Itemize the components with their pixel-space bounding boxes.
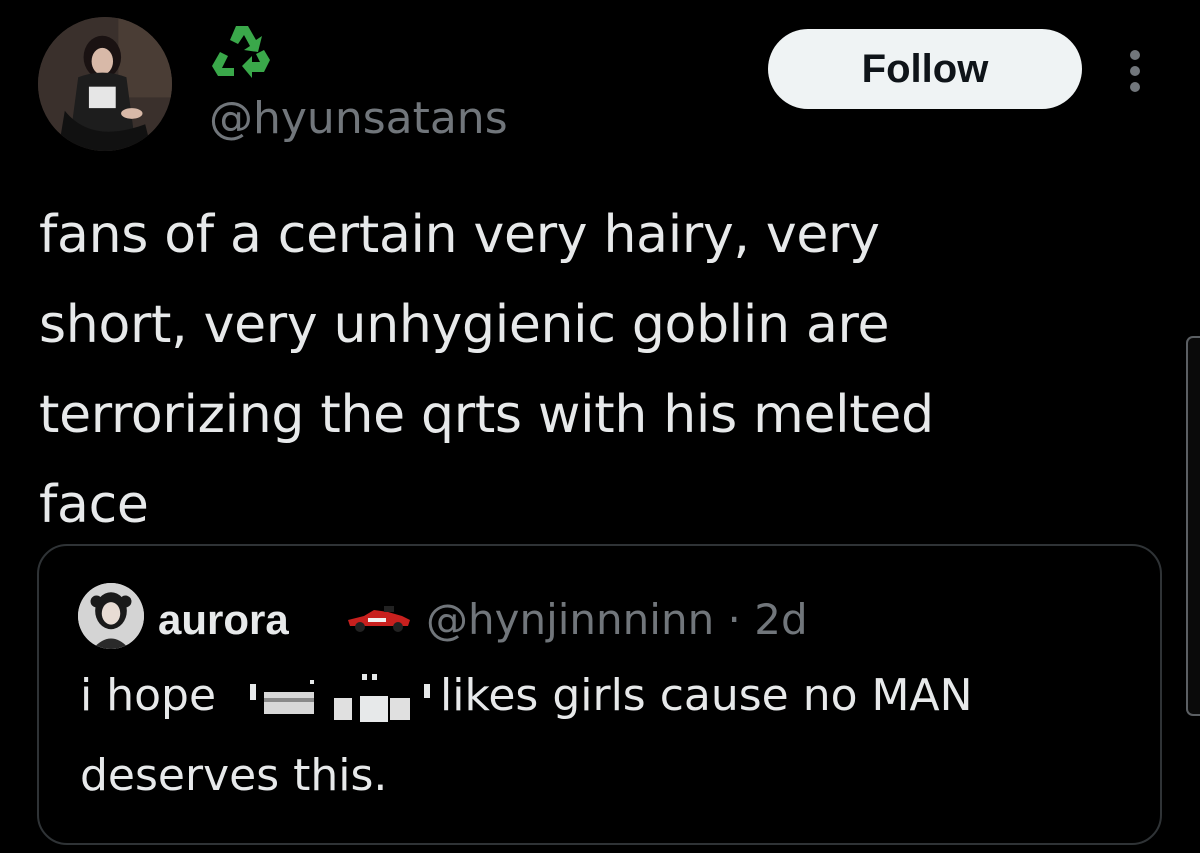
more-dot	[1130, 66, 1140, 76]
quoted-author-avatar[interactable]	[78, 583, 144, 649]
quoted-text-part2: likes girls cause no MAN	[440, 670, 973, 721]
race-car-icon	[344, 602, 414, 634]
author-avatar[interactable]	[38, 17, 172, 151]
censored-name-block	[250, 670, 436, 724]
more-dot	[1130, 82, 1140, 92]
recycle-icon	[208, 22, 278, 82]
quoted-author-meta[interactable]: @hynjinnninn · 2d	[426, 592, 808, 648]
tweet-text: fans of a certain very hairy, very short…	[39, 205, 934, 535]
author-handle[interactable]: @hyunsatans	[209, 91, 508, 147]
more-dot	[1130, 50, 1140, 60]
quoted-text-part1: i hope	[80, 670, 217, 721]
quoted-text-line2: deserves this.	[80, 750, 388, 801]
quoted-author-name[interactable]: aurora	[158, 592, 289, 648]
scrollbar-thumb[interactable]	[1186, 336, 1200, 716]
more-vertical-icon[interactable]	[1117, 46, 1153, 96]
follow-button[interactable]: Follow	[768, 29, 1082, 109]
